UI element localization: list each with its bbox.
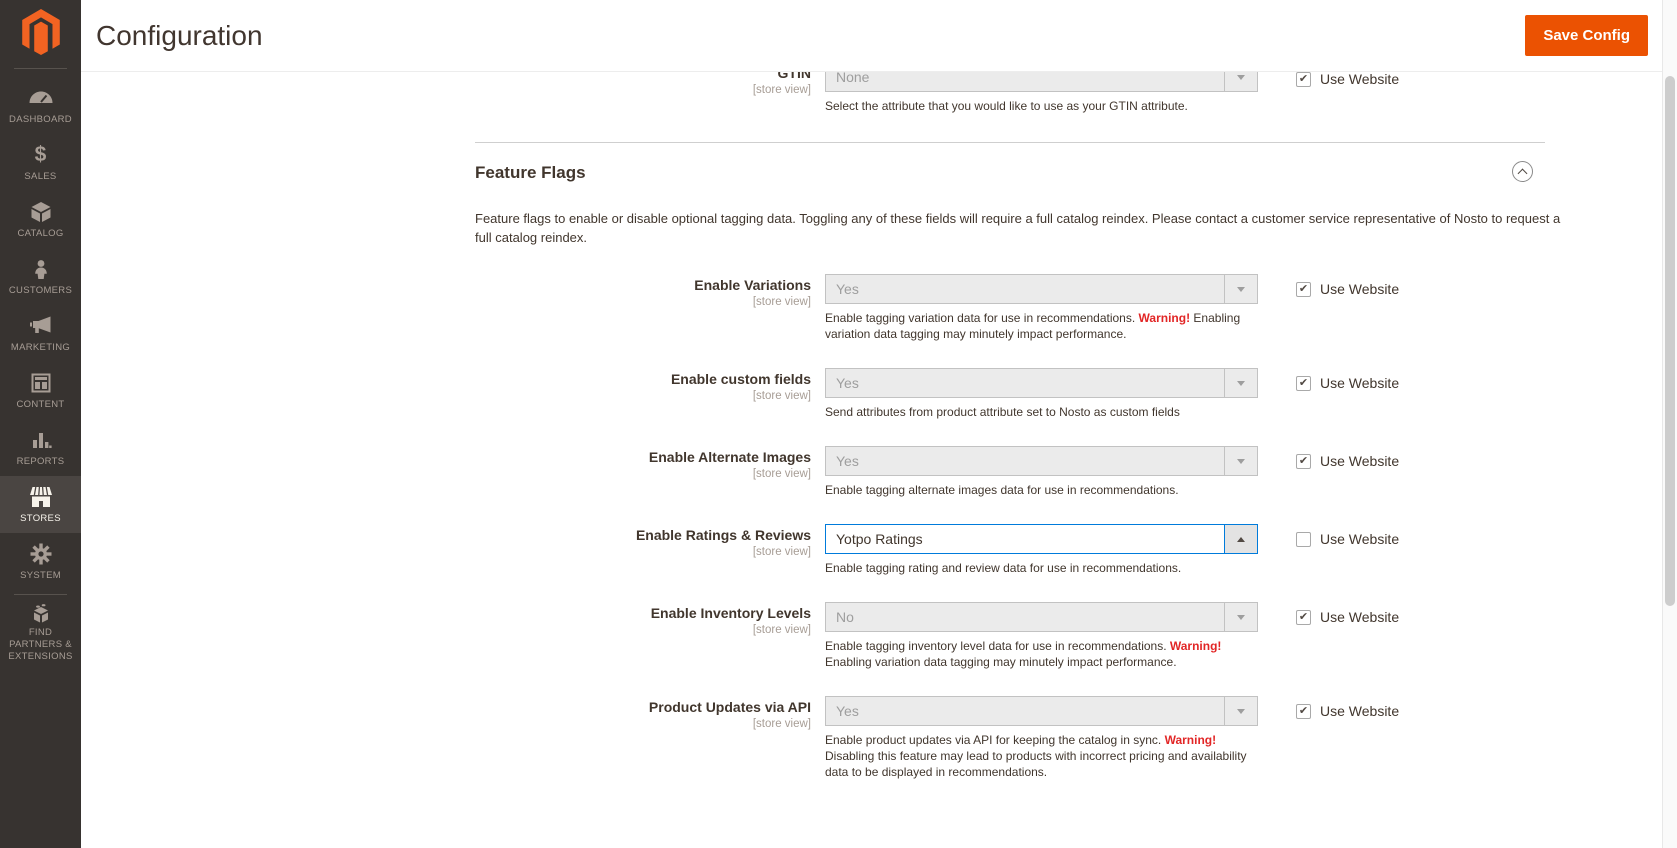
chevron-down-icon[interactable] (1224, 697, 1257, 725)
config-row-product-updates-api: Product Updates via API [store view] Yes… (81, 696, 1662, 780)
sidebar-item-find-partners[interactable]: FIND PARTNERS & EXTENSIONS (0, 603, 81, 663)
vertical-scrollbar[interactable] (1662, 0, 1677, 848)
stores-icon (29, 485, 53, 509)
sidebar-item-reports[interactable]: REPORTS (0, 419, 81, 476)
sidebar-item-sales[interactable]: $ SALES (0, 134, 81, 191)
collapse-section-button[interactable] (1512, 161, 1533, 182)
field-scope: [store view] (752, 296, 811, 308)
config-row-gtin: GTIN [store view] None Select the attrib… (81, 72, 1662, 114)
marketing-icon (29, 314, 53, 338)
field-scope: [store view] (752, 624, 811, 636)
field-helper: Enable product updates via API for keepi… (825, 733, 1247, 779)
use-website-checkbox[interactable] (1296, 72, 1311, 87)
field-helper: Enable tagging inventory level data for … (825, 639, 1222, 669)
section-title: Feature Flags (475, 163, 586, 182)
enable-ratings-reviews-select[interactable]: Yotpo Ratings (825, 524, 1258, 554)
field-helper: Send attributes from product attribute s… (825, 405, 1180, 419)
sidebar-item-system[interactable]: SYSTEM (0, 533, 81, 590)
chevron-down-icon[interactable] (1224, 275, 1257, 303)
config-row-enable-alternate-images: Enable Alternate Images [store view] Yes… (81, 446, 1662, 498)
catalog-icon (30, 200, 52, 224)
field-helper: Select the attribute that you would like… (825, 99, 1188, 113)
field-label: Enable Variations (694, 277, 811, 293)
field-scope: [store view] (752, 546, 811, 558)
dashboard-icon (29, 86, 53, 110)
admin-sidebar: DASHBOARD $ SALES CATALOG CUSTOMERS MARK… (0, 0, 81, 848)
section-description: Feature flags to enable or disable optio… (475, 211, 1561, 245)
field-label: Enable Ratings & Reviews (635, 527, 811, 543)
config-content: GTIN [store view] None Select the attrib… (81, 72, 1662, 848)
sidebar-divider (14, 68, 67, 69)
field-label: Enable Alternate Images (648, 449, 811, 465)
save-config-button[interactable]: Save Config (1525, 15, 1648, 56)
sales-icon: $ (34, 142, 47, 166)
field-label: Enable custom fields (670, 371, 811, 387)
sidebar-item-marketing[interactable]: MARKETING (0, 305, 81, 362)
use-website-checkbox[interactable] (1296, 703, 1311, 719)
sidebar-item-stores[interactable]: STORES (0, 476, 81, 533)
use-website-checkbox[interactable] (1296, 281, 1311, 297)
use-website-checkbox[interactable] (1296, 531, 1311, 547)
sidebar-item-dashboard[interactable]: DASHBOARD (0, 77, 81, 134)
magento-logo[interactable] (0, 0, 81, 64)
section-divider (475, 142, 1545, 143)
field-scope: [store view] (752, 718, 811, 730)
chevron-down-icon[interactable] (1224, 447, 1257, 475)
config-row-enable-inventory-levels: Enable Inventory Levels [store view] No … (81, 602, 1662, 670)
enable-alternate-images-select[interactable]: Yes (825, 446, 1258, 476)
use-website-checkbox[interactable] (1296, 609, 1311, 625)
scrollbar-thumb[interactable] (1665, 76, 1675, 606)
field-label: Enable Inventory Levels (650, 605, 811, 621)
config-row-enable-ratings-reviews: Enable Ratings & Reviews [store view] Yo… (81, 524, 1662, 576)
content-icon (30, 371, 52, 395)
field-scope: [store view] (752, 468, 811, 480)
extensions-icon (29, 603, 53, 623)
customers-icon (30, 257, 52, 281)
chevron-up-icon[interactable] (1224, 525, 1257, 553)
sidebar-item-content[interactable]: CONTENT (0, 362, 81, 419)
sidebar-divider (14, 594, 67, 595)
field-helper: Enable tagging alternate images data for… (825, 483, 1179, 497)
magento-admin-app: DASHBOARD $ SALES CATALOG CUSTOMERS MARK… (0, 0, 1677, 848)
product-updates-api-select[interactable]: Yes (825, 696, 1258, 726)
enable-variations-select[interactable]: Yes (825, 274, 1258, 304)
enable-inventory-levels-select[interactable]: No (825, 602, 1258, 632)
field-helper: Enable tagging rating and review data fo… (825, 561, 1182, 575)
config-row-enable-variations: Enable Variations [store view] Yes Enabl… (81, 274, 1662, 342)
field-label: Product Updates via API (648, 699, 811, 715)
enable-custom-fields-select[interactable]: Yes (825, 368, 1258, 398)
field-label: GTIN (777, 72, 811, 81)
sidebar-item-customers[interactable]: CUSTOMERS (0, 248, 81, 305)
sidebar-item-catalog[interactable]: CATALOG (0, 191, 81, 248)
chevron-down-icon[interactable] (1224, 72, 1257, 91)
magento-logo-icon (21, 9, 60, 55)
field-scope: [store view] (752, 84, 811, 96)
field-helper: Enable tagging variation data for use in… (825, 311, 1241, 341)
config-row-enable-custom-fields: Enable custom fields [store view] Yes Se… (81, 368, 1662, 420)
use-website-checkbox[interactable] (1296, 453, 1311, 469)
reports-icon (30, 428, 52, 452)
gtin-select[interactable]: None (825, 72, 1258, 92)
page-title: Configuration (96, 19, 263, 51)
page-header: Configuration Save Config (81, 0, 1662, 72)
chevron-down-icon[interactable] (1224, 369, 1257, 397)
section-header: Feature Flags (475, 161, 1545, 183)
use-website-checkbox[interactable] (1296, 375, 1311, 391)
chevron-up-icon (1517, 168, 1528, 178)
system-icon (30, 542, 52, 566)
chevron-down-icon[interactable] (1224, 603, 1257, 631)
field-scope: [store view] (752, 390, 811, 402)
